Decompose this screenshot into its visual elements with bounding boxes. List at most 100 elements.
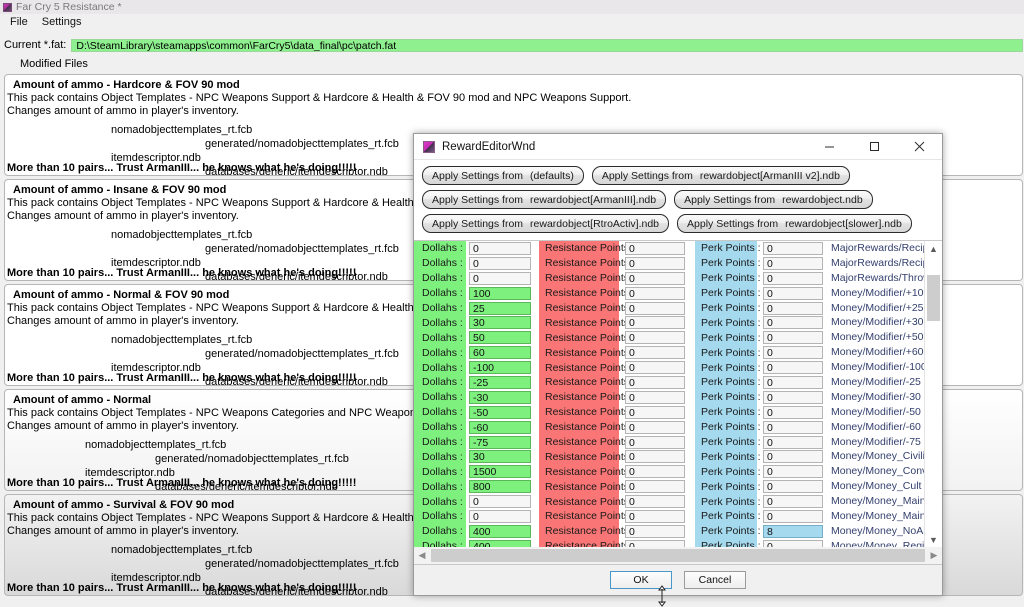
perk-points-input[interactable]: 0 bbox=[763, 495, 823, 509]
table-row[interactable]: Dollahs :800 Resistance Points :0 Perk Poi… bbox=[414, 479, 925, 495]
perk-points-input[interactable]: 0 bbox=[763, 361, 823, 375]
apply-settings-armaniii-v2-button[interactable]: Apply Settings from rewardobject[ArmanII… bbox=[591, 166, 850, 185]
table-row[interactable]: Dollahs :0 Resistance Points :0 Perk Point… bbox=[414, 509, 925, 524]
dollahs-input[interactable]: -60 bbox=[469, 420, 531, 434]
apply-settings-slower-button[interactable]: Apply Settings from rewardobject[slower]… bbox=[677, 214, 912, 233]
resistance-points-input[interactable]: 0 bbox=[625, 390, 685, 404]
dollahs-input[interactable]: -30 bbox=[469, 390, 531, 404]
grid-vertical-scrollbar[interactable]: ▲ ▼ bbox=[924, 241, 942, 547]
dialog-titlebar[interactable]: RewardEditorWnd bbox=[414, 134, 942, 160]
perk-points-input[interactable]: 0 bbox=[763, 539, 823, 547]
table-row[interactable]: Dollahs : -25 Resistance Points :0 Perk Poi… bbox=[414, 375, 925, 390]
dollahs-input[interactable]: 30 bbox=[469, 450, 531, 464]
perk-points-input[interactable]: 0 bbox=[763, 286, 823, 300]
table-row[interactable]: Dollahs :400 Resistance Points :0 Perk Poi… bbox=[414, 538, 925, 547]
dollahs-input[interactable]: 30 bbox=[469, 316, 531, 330]
perk-points-input[interactable]: 0 bbox=[763, 301, 823, 315]
dollahs-input[interactable]: -100 bbox=[469, 361, 531, 375]
resistance-points-input[interactable]: 0 bbox=[625, 524, 685, 538]
table-row[interactable]: Dollahs : -50 Resistance Points :0 Perk Poi… bbox=[414, 404, 925, 420]
perk-points-input[interactable]: 0 bbox=[763, 465, 823, 479]
resistance-points-input[interactable]: 0 bbox=[625, 495, 685, 509]
dollahs-input[interactable]: 800 bbox=[469, 480, 531, 494]
table-row[interactable]: Dollahs :1500 Resistance Points :0 Perk Po… bbox=[414, 464, 925, 480]
dollahs-input[interactable]: 0 bbox=[469, 241, 531, 255]
scroll-right-icon[interactable]: ▶ bbox=[926, 550, 942, 561]
perk-points-input[interactable]: 0 bbox=[763, 405, 823, 419]
resistance-points-input[interactable]: 0 bbox=[625, 256, 685, 270]
close-icon[interactable] bbox=[897, 134, 942, 159]
perk-points-input[interactable]: 0 bbox=[763, 256, 823, 270]
resistance-points-input[interactable]: 0 bbox=[625, 286, 685, 300]
rewards-grid[interactable]: Dollahs :0 Resistance Points :0 Perk Point… bbox=[414, 241, 942, 565]
dollahs-input[interactable]: -50 bbox=[469, 405, 531, 419]
perk-points-input[interactable]: 8 bbox=[763, 524, 823, 538]
perk-points-input[interactable]: 0 bbox=[763, 316, 823, 330]
perk-points-input[interactable]: 0 bbox=[763, 420, 823, 434]
resistance-points-input[interactable]: 0 bbox=[625, 301, 685, 315]
scroll-down-icon[interactable]: ▼ bbox=[925, 532, 942, 547]
dollahs-input[interactable]: 0 bbox=[469, 495, 531, 509]
dollahs-input[interactable]: 400 bbox=[469, 539, 531, 547]
perk-points-input[interactable]: 0 bbox=[763, 375, 823, 389]
table-row[interactable]: Dollahs :0 Resistance Points :0 Perk Point… bbox=[414, 494, 925, 510]
table-row[interactable]: Dollahs : -75 Resistance Points :0 Perk Poi… bbox=[414, 434, 925, 450]
table-row[interactable]: Dollahs :400 Resistance Points :0 Perk Poi… bbox=[414, 523, 925, 539]
scroll-up-icon[interactable]: ▲ bbox=[925, 241, 942, 256]
perk-points-input[interactable]: 0 bbox=[763, 346, 823, 360]
resistance-points-input[interactable]: 0 bbox=[625, 361, 685, 375]
dollahs-input[interactable]: -25 bbox=[469, 375, 531, 389]
dollahs-input[interactable]: -75 bbox=[469, 435, 531, 449]
grid-horizontal-scrollbar[interactable]: ◀ ▶ bbox=[414, 547, 942, 564]
apply-settings-armaniii-button[interactable]: Apply Settings from rewardobject[ArmanII… bbox=[422, 190, 667, 209]
resistance-points-input[interactable]: 0 bbox=[625, 405, 685, 419]
dollahs-input[interactable]: 400 bbox=[469, 524, 531, 538]
ok-button[interactable]: OK bbox=[610, 571, 672, 589]
resistance-points-input[interactable]: 0 bbox=[625, 465, 685, 479]
dollahs-input[interactable]: 25 bbox=[469, 301, 531, 315]
perk-points-input[interactable]: 0 bbox=[763, 241, 823, 255]
dollahs-input[interactable]: 0 bbox=[469, 509, 531, 523]
perk-points-input[interactable]: 0 bbox=[763, 480, 823, 494]
table-row[interactable]: Dollahs :60 Resistance Points :0 Perk Poin… bbox=[414, 345, 925, 361]
table-row[interactable]: Dollahs : -100 Resistance Points :0 Perk Po… bbox=[414, 360, 925, 376]
perk-points-input[interactable]: 0 bbox=[763, 271, 823, 285]
resistance-points-input[interactable]: 0 bbox=[625, 241, 685, 255]
resistance-points-input[interactable]: 0 bbox=[625, 271, 685, 285]
menu-file[interactable]: File bbox=[3, 15, 35, 29]
table-row[interactable]: Dollahs :25 Resistance Points :0 Perk Poin… bbox=[414, 300, 925, 316]
dollahs-input[interactable]: 0 bbox=[469, 271, 531, 285]
resistance-points-input[interactable]: 0 bbox=[625, 316, 685, 330]
resistance-points-input[interactable]: 0 bbox=[625, 375, 685, 389]
current-fat-path-field[interactable]: D:\SteamLibrary\steamapps\common\FarCry5… bbox=[71, 38, 1023, 52]
perk-points-input[interactable]: 0 bbox=[763, 390, 823, 404]
table-row[interactable]: Dollahs : -60 Resistance Points :0 Perk Poi… bbox=[414, 419, 925, 435]
minimize-icon[interactable] bbox=[807, 134, 852, 159]
resistance-points-input[interactable]: 0 bbox=[625, 435, 685, 449]
apply-settings-defaults-button[interactable]: Apply Settings from (defaults) bbox=[422, 166, 584, 185]
dollahs-input[interactable]: 1500 bbox=[469, 465, 531, 479]
table-row[interactable]: Dollahs : -30 Resistance Points :0 Perk Poi… bbox=[414, 389, 925, 405]
apply-settings-rewardobject-button[interactable]: Apply Settings from rewardobject.ndb bbox=[674, 190, 873, 209]
table-row[interactable]: Dollahs :50 Resistance Points :0 Perk Poin… bbox=[414, 330, 925, 346]
perk-points-input[interactable]: 0 bbox=[763, 435, 823, 449]
perk-points-input[interactable]: 0 bbox=[763, 450, 823, 464]
dollahs-input[interactable]: 100 bbox=[469, 286, 531, 300]
dollahs-input[interactable]: 60 bbox=[469, 346, 531, 360]
maximize-icon[interactable] bbox=[852, 134, 897, 159]
menu-settings[interactable]: Settings bbox=[35, 15, 89, 29]
table-row[interactable]: Dollahs :30 Resistance Points :0 Perk Poin… bbox=[414, 449, 925, 465]
resistance-points-input[interactable]: 0 bbox=[625, 331, 685, 345]
scroll-left-icon[interactable]: ◀ bbox=[414, 550, 430, 561]
apply-settings-rtroactiv-button[interactable]: Apply Settings from rewardobject[RtroAct… bbox=[422, 214, 670, 233]
table-row[interactable]: Dollahs :30 Resistance Points :0 Perk Poin… bbox=[414, 315, 925, 331]
resistance-points-input[interactable]: 0 bbox=[625, 420, 685, 434]
cancel-button[interactable]: Cancel bbox=[684, 571, 746, 589]
table-row[interactable]: Dollahs :0 Resistance Points :0 Perk Point… bbox=[414, 270, 925, 286]
table-row[interactable]: Dollahs :0 Resistance Points :0 Perk Point… bbox=[414, 255, 925, 271]
perk-points-input[interactable]: 0 bbox=[763, 331, 823, 345]
resistance-points-input[interactable]: 0 bbox=[625, 346, 685, 360]
dollahs-input[interactable]: 0 bbox=[469, 256, 531, 270]
vertical-scroll-thumb[interactable] bbox=[927, 275, 940, 321]
horizontal-scroll-thumb[interactable] bbox=[431, 549, 925, 562]
